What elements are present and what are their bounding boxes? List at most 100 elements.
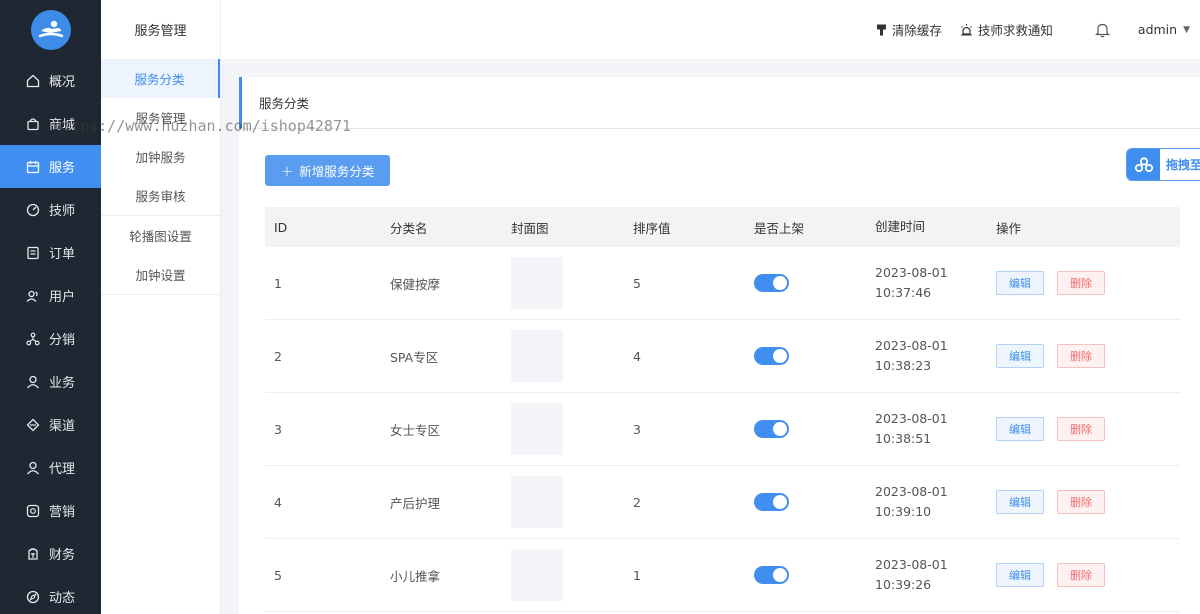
sidebar-item-label: 技师 [49, 204, 76, 219]
cell-id: 1 [274, 275, 282, 291]
cell-sort: 1 [633, 567, 641, 583]
business-icon [25, 374, 41, 390]
logo-area [0, 0, 101, 59]
secondary-menu: 服务管理 服务分类 服务管理 加钟服务 服务审核 轮播图设置 加钟设置 [101, 0, 221, 614]
cloud-nodes-icon [1127, 149, 1160, 180]
delete-button[interactable]: 删除 [1057, 271, 1105, 295]
sidebar-item-finance[interactable]: 财务 [0, 532, 101, 575]
cell-name: SPA专区 [390, 349, 439, 365]
channel-icon [25, 417, 41, 433]
sidebar-item-channel[interactable]: 渠道 [0, 403, 101, 446]
sidebar-item-news[interactable]: 动态 [0, 575, 101, 614]
marketing-icon [25, 503, 41, 519]
add-category-button[interactable]: + 新增服务分类 [265, 155, 390, 186]
sidebar-item-distribution[interactable]: 分销 [0, 317, 101, 360]
notification-bell-icon[interactable] [1094, 22, 1110, 38]
on-shelf-toggle[interactable] [754, 274, 789, 292]
submenu-item-service-review[interactable]: 服务审核 [101, 176, 220, 215]
sidebar-item-agent[interactable]: 代理 [0, 446, 101, 489]
sidebar-item-label: 代理 [49, 462, 76, 477]
cell-name: 女士专区 [390, 422, 441, 438]
sidebar-item-technician[interactable]: 技师 [0, 188, 101, 231]
sidebar-item-label: 业务 [49, 376, 76, 391]
created-date: 2023-08-01 [875, 484, 948, 499]
cell-actions: 编辑 删除 [996, 344, 1180, 368]
table-row: 5 小儿推拿 1 2023-08-01 10:39:26 编辑 删除 [265, 539, 1180, 612]
sidebar-item-mall[interactable]: 商城 [0, 102, 101, 145]
cell-cover [511, 549, 633, 601]
edit-button[interactable]: 编辑 [996, 271, 1044, 295]
submenu-title: 服务管理 [134, 24, 187, 39]
sidebar-item-label: 分销 [49, 333, 76, 348]
delete-button[interactable]: 删除 [1057, 417, 1105, 441]
app-logo[interactable] [30, 9, 71, 50]
sidebar-item-label: 动态 [49, 591, 76, 606]
table-row: 1 保健按摩 5 2023-08-01 10:37:46 编辑 删除 [265, 247, 1180, 320]
page-title: 服务分类 [239, 77, 1200, 129]
cell-id: 5 [274, 567, 282, 583]
rescue-notice-label: 技师求救通知 [977, 23, 1053, 38]
cell-id: 4 [274, 494, 282, 510]
col-header-name: 分类名 [390, 220, 428, 236]
cell-name: 小儿推拿 [390, 568, 441, 584]
edit-button[interactable]: 编辑 [996, 417, 1044, 441]
cell-cover [511, 257, 633, 309]
delete-button[interactable]: 删除 [1057, 563, 1105, 587]
delete-button[interactable]: 删除 [1057, 490, 1105, 514]
col-header-on-shelf: 是否上架 [754, 220, 805, 236]
table-row: 3 女士专区 3 2023-08-01 10:38:51 编辑 删除 [265, 393, 1180, 466]
cell-on-shelf [754, 420, 875, 438]
cover-image [511, 549, 563, 601]
sidebar-item-order[interactable]: 订单 [0, 231, 101, 274]
submenu-item-overtime-settings[interactable]: 加钟设置 [101, 255, 220, 294]
edit-button[interactable]: 编辑 [996, 563, 1044, 587]
clear-cache-label: 清除缓存 [891, 23, 942, 38]
sidebar-item-business[interactable]: 业务 [0, 360, 101, 403]
edit-button[interactable]: 编辑 [996, 344, 1044, 368]
drag-widget[interactable]: 拖拽至 [1126, 148, 1200, 181]
user-menu[interactable]: admin ▼ [1138, 22, 1190, 37]
agent-icon [25, 460, 41, 476]
cell-id: 2 [274, 348, 282, 364]
clear-cache-button[interactable]: 清除缓存 [876, 20, 942, 39]
shopping-bag-icon [25, 116, 41, 132]
sidebar-item-overview[interactable]: 概况 [0, 59, 101, 102]
delete-button[interactable]: 删除 [1057, 344, 1105, 368]
submenu-item-service-management[interactable]: 服务管理 [101, 98, 220, 137]
col-header-sort: 排序值 [633, 220, 671, 236]
on-shelf-toggle[interactable] [754, 566, 789, 584]
cell-cover [511, 330, 633, 382]
cell-on-shelf [754, 347, 875, 365]
add-category-label: 新增服务分类 [299, 164, 375, 179]
created-time: 10:39:10 [875, 504, 932, 519]
home-icon [25, 73, 41, 89]
table-row: 2 SPA专区 4 2023-08-01 10:38:23 编辑 删除 [265, 320, 1180, 393]
sidebar-item-label: 渠道 [49, 419, 76, 434]
sidebar-item-label: 用户 [49, 290, 76, 305]
sidebar-item-marketing[interactable]: 营销 [0, 489, 101, 532]
created-date: 2023-08-01 [875, 338, 948, 353]
plus-icon: + [280, 161, 294, 180]
sidebar-item-users[interactable]: 用户 [0, 274, 101, 317]
created-date: 2023-08-01 [875, 265, 948, 280]
table-row: 4 产后护理 2 2023-08-01 10:39:10 编辑 删除 [265, 466, 1180, 539]
submenu-item-service-category[interactable]: 服务分类 [101, 59, 220, 98]
on-shelf-toggle[interactable] [754, 493, 789, 511]
col-header-actions: 操作 [996, 220, 1022, 236]
created-date: 2023-08-01 [875, 557, 948, 572]
submenu-item-overtime-service[interactable]: 加钟服务 [101, 137, 220, 176]
cell-created: 2023-08-01 10:39:10 [875, 482, 996, 522]
cell-sort: 4 [633, 348, 641, 364]
col-header-id: ID [274, 219, 288, 235]
sidebar-item-service[interactable]: 服务 [0, 145, 101, 188]
cover-image [511, 403, 563, 455]
alarm-icon [960, 23, 972, 36]
service-icon [25, 159, 41, 175]
submenu-item-banner-settings[interactable]: 轮播图设置 [101, 216, 220, 255]
sidebar-item-label: 财务 [49, 548, 76, 563]
on-shelf-toggle[interactable] [754, 420, 789, 438]
on-shelf-toggle[interactable] [754, 347, 789, 365]
cell-on-shelf [754, 493, 875, 511]
rescue-notice-button[interactable]: 技师求救通知 [960, 20, 1053, 39]
edit-button[interactable]: 编辑 [996, 490, 1044, 514]
